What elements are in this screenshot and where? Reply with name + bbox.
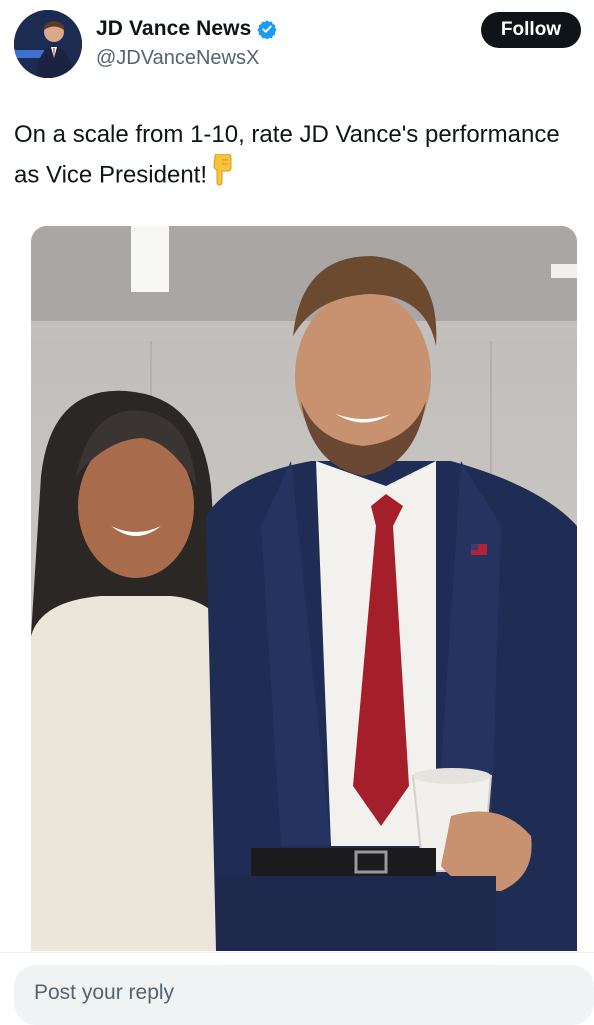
profile-avatar[interactable] xyxy=(14,10,82,78)
tweet-photo[interactable] xyxy=(31,226,577,951)
reply-placeholder: Post your reply xyxy=(34,981,175,1004)
display-name[interactable]: JD Vance News xyxy=(96,17,251,41)
verified-badge-icon xyxy=(257,19,278,40)
account-handle[interactable]: @JDVanceNewsX xyxy=(96,47,259,70)
account-name-row[interactable]: JD Vance News xyxy=(96,17,278,41)
tweet-text: On a scale from 1-10, rate JD Vance's pe… xyxy=(14,116,574,198)
photo-image xyxy=(31,226,577,951)
reply-bar: Post your reply xyxy=(0,952,594,1025)
tweet-text-content: On a scale from 1-10, rate JD Vance's pe… xyxy=(14,121,560,189)
avatar-image xyxy=(14,10,82,78)
reply-input[interactable]: Post your reply xyxy=(14,965,594,1025)
follow-button[interactable]: Follow xyxy=(481,12,581,48)
backhand-index-pointing-down-icon xyxy=(211,153,233,198)
